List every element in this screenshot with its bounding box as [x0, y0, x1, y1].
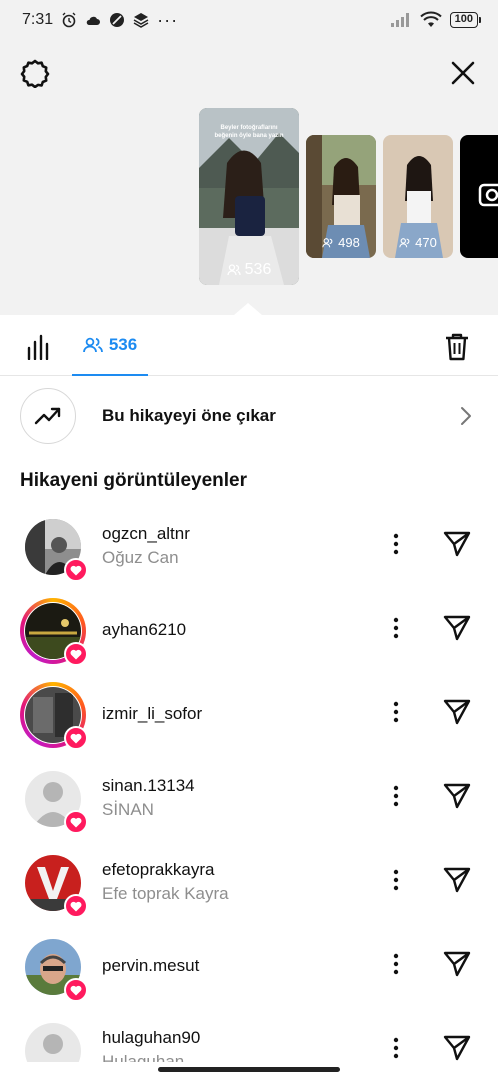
viewer-username[interactable]: ogzcn_altnr — [102, 524, 190, 544]
viewer-username[interactable]: ayhan6210 — [102, 620, 186, 640]
viewer-row[interactable]: ayhan6210 — [0, 586, 498, 670]
story-view-count: 470 — [383, 235, 453, 250]
wifi-icon — [419, 11, 442, 27]
viewer-row[interactable]: ogzcn_altnr Oğuz Can — [0, 502, 498, 586]
story-thumbnail-3[interactable]: 470 — [383, 135, 453, 258]
viewer-row[interactable]: hulaguhan90 Hulaguhan — [0, 1006, 498, 1062]
avatar[interactable] — [20, 1018, 86, 1062]
more-options-icon[interactable] — [388, 784, 404, 808]
status-more-dots: ··· — [157, 9, 179, 30]
liked-heart-icon — [64, 642, 88, 666]
stats-bar-chart-icon[interactable] — [26, 334, 54, 360]
liked-heart-icon — [64, 726, 88, 750]
viewers-icon — [399, 237, 410, 247]
signal-icon — [390, 13, 409, 27]
story-view-count: 498 — [306, 235, 376, 250]
story-thumbnail-current[interactable]: Beyler fotoğraflarını beğenin öyle bana … — [199, 108, 299, 285]
viewer-fullname: SİNAN — [102, 800, 154, 819]
more-options-icon[interactable] — [388, 532, 404, 556]
liked-heart-icon — [64, 978, 88, 1002]
app-circle-icon — [110, 13, 125, 27]
more-options-icon[interactable] — [388, 868, 404, 892]
tab-viewers[interactable]: 536 — [72, 316, 148, 376]
avatar[interactable] — [20, 514, 88, 582]
alarm-icon — [62, 12, 76, 28]
send-message-icon[interactable] — [442, 866, 472, 894]
layers-icon — [133, 13, 149, 28]
close-icon[interactable] — [448, 58, 478, 88]
viewer-username[interactable]: efetoprakkayra — [102, 860, 214, 880]
story-thumbnail-2[interactable]: 498 — [306, 135, 376, 258]
default-avatar-icon — [25, 1023, 81, 1062]
send-message-icon[interactable] — [442, 530, 472, 558]
liked-heart-icon — [64, 894, 88, 918]
more-options-icon[interactable] — [388, 952, 404, 976]
avatar[interactable] — [20, 934, 88, 1002]
avatar-with-story-ring[interactable] — [20, 598, 88, 666]
avatar[interactable] — [20, 850, 88, 918]
more-options-icon[interactable] — [388, 616, 404, 640]
viewer-fullname: Efe toprak Kayra — [102, 884, 229, 903]
avatar[interactable] — [20, 766, 88, 834]
viewer-row[interactable]: efetoprakkayra Efe toprak Kayra — [0, 838, 498, 922]
story-view-count: 536 — [199, 261, 299, 279]
battery-indicator: 100 — [449, 12, 482, 28]
promote-story-label: Bu hikayeyi öne çıkar — [102, 406, 276, 425]
avatar-with-story-ring[interactable] — [20, 682, 88, 750]
send-message-icon[interactable] — [442, 950, 472, 978]
viewer-row[interactable]: pervin.mesut — [0, 922, 498, 1006]
story-preview-strip: Beyler fotoğraflarını beğenin öyle bana … — [0, 40, 498, 315]
send-message-icon[interactable] — [442, 614, 472, 642]
viewer-username[interactable]: sinan.13134 — [102, 776, 195, 796]
camera-icon — [478, 183, 498, 207]
promote-icon-circle — [20, 388, 76, 444]
more-options-icon[interactable] — [388, 700, 404, 724]
send-message-icon[interactable] — [442, 698, 472, 726]
viewer-fullname: Hulaguhan — [102, 1052, 185, 1062]
viewers-icon — [226, 264, 241, 276]
more-options-icon[interactable] — [388, 1036, 404, 1060]
story-caption: Beyler fotoğraflarını beğenin öyle bana … — [214, 125, 284, 139]
viewers-icon — [82, 337, 103, 353]
home-indicator[interactable] — [158, 1067, 340, 1072]
viewer-row[interactable]: izmir_li_sofor — [0, 670, 498, 754]
viewer-username[interactable]: pervin.mesut — [102, 956, 199, 976]
trash-icon[interactable] — [444, 332, 470, 362]
viewer-username[interactable]: izmir_li_sofor — [102, 704, 202, 724]
trending-up-icon — [34, 407, 61, 425]
tab-bar: 536 — [0, 316, 498, 376]
status-bar: 7:31 ··· 100 — [0, 0, 498, 40]
viewer-username[interactable]: hulaguhan90 — [102, 1028, 200, 1048]
viewer-fullname: Oğuz Can — [102, 548, 179, 567]
liked-heart-icon — [64, 558, 88, 582]
selected-story-pointer — [234, 303, 262, 315]
viewers-tab-count: 536 — [108, 335, 138, 354]
send-message-icon[interactable] — [442, 782, 472, 810]
liked-heart-icon — [64, 810, 88, 834]
status-time: 7:31 — [22, 11, 54, 28]
send-message-icon[interactable] — [442, 1034, 472, 1062]
section-title: Hikayeni görüntüleyenler — [20, 470, 248, 491]
viewer-row[interactable]: sinan.13134 SİNAN — [0, 754, 498, 838]
cloud-icon — [86, 16, 101, 25]
viewers-icon — [322, 237, 333, 247]
add-story-tile[interactable] — [460, 135, 498, 258]
chevron-right-icon — [461, 407, 471, 425]
settings-gear-icon[interactable] — [20, 58, 50, 88]
promote-story-row[interactable]: Bu hikayeyi öne çıkar — [0, 386, 498, 446]
